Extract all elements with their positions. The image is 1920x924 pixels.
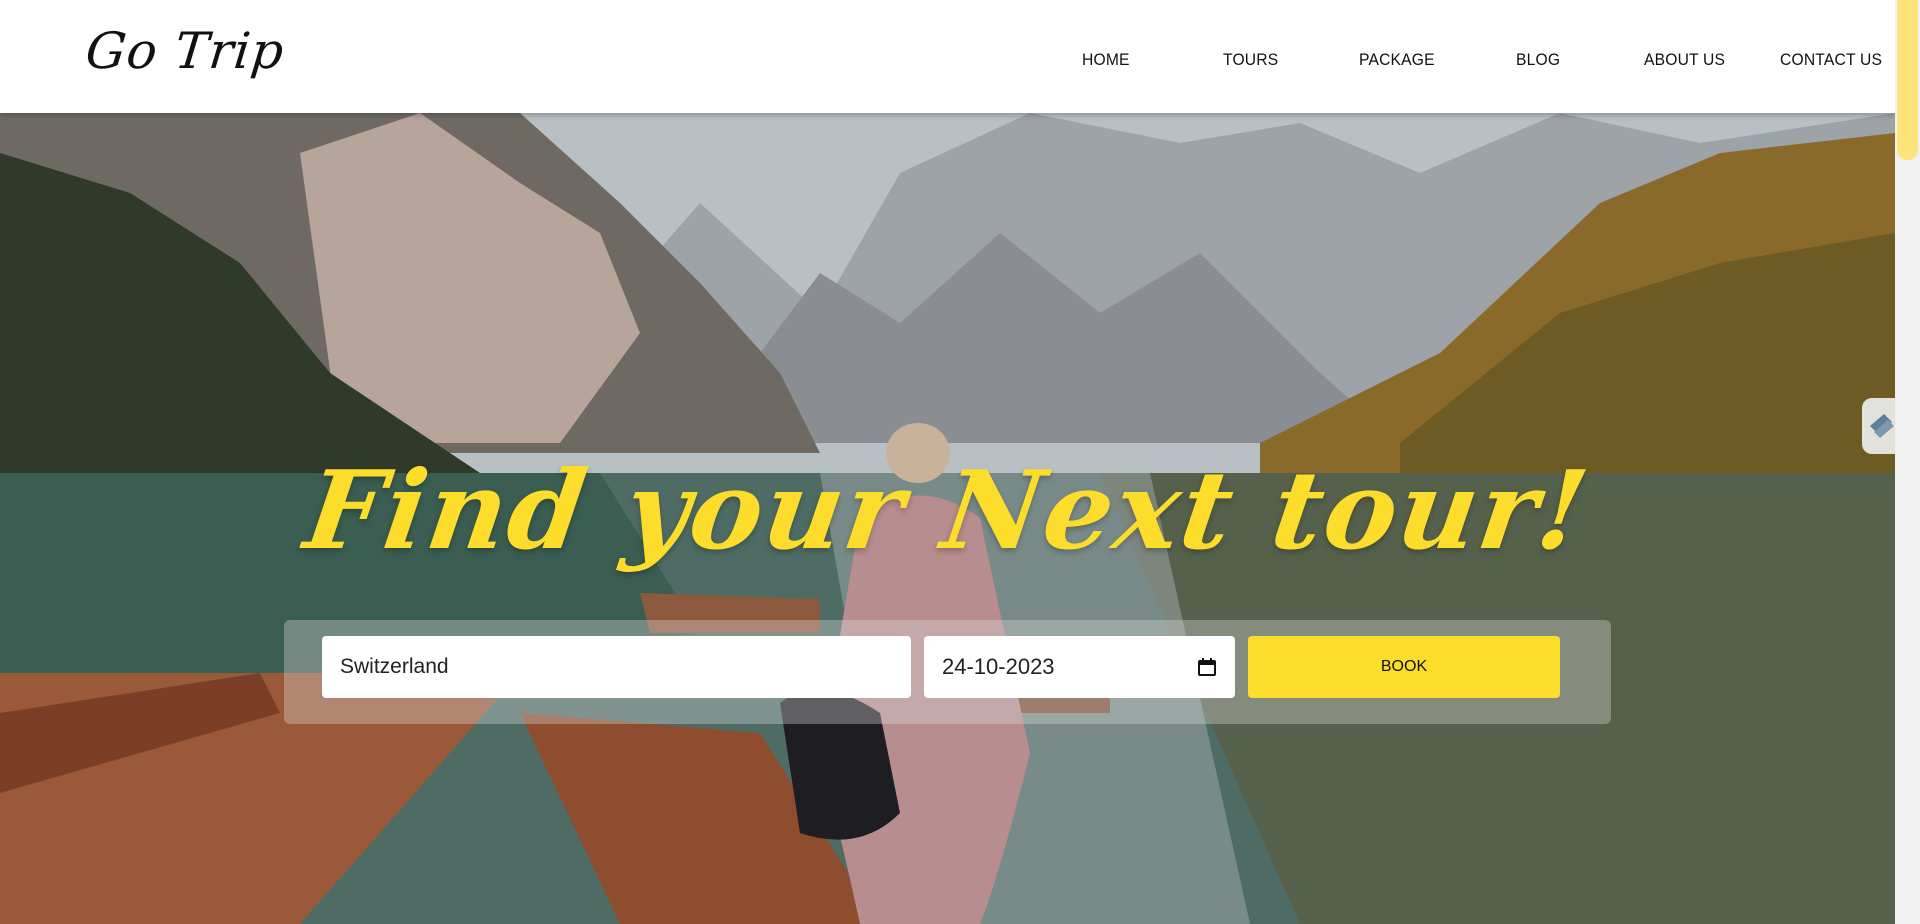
nav-contact-us[interactable]: CONTACT US	[1780, 50, 1882, 70]
main-nav: HOME TOURS PACKAGE BLOG ABOUT US CONTACT…	[0, 0, 1895, 113]
book-button[interactable]: BOOK	[1248, 636, 1560, 698]
floating-widget-icon	[1870, 414, 1894, 438]
destination-input[interactable]	[322, 636, 911, 698]
nav-package[interactable]: PACKAGE	[1359, 50, 1435, 70]
hero-headline: Find your Next tour!	[298, 448, 1597, 574]
scrollbar-thumb[interactable]	[1897, 0, 1918, 160]
nav-about-us[interactable]: ABOUT US	[1644, 50, 1725, 70]
nav-tours[interactable]: TOURS	[1223, 50, 1278, 70]
hero-section: Find your Next tour! 24-10-2023 BOOK	[0, 113, 1895, 924]
site-header: Go Trip HOME TOURS PACKAGE BLOG ABOUT US…	[0, 0, 1895, 113]
page: Go Trip HOME TOURS PACKAGE BLOG ABOUT US…	[0, 0, 1895, 924]
page-scrollbar[interactable]	[1895, 0, 1920, 924]
date-value: 24-10-2023	[942, 654, 1055, 679]
nav-blog[interactable]: BLOG	[1516, 50, 1560, 70]
nav-home[interactable]: HOME	[1082, 50, 1130, 70]
date-input[interactable]: 24-10-2023	[924, 636, 1235, 698]
calendar-icon[interactable]	[1197, 657, 1217, 677]
floating-widget[interactable]	[1862, 398, 1895, 454]
booking-form: 24-10-2023 BOOK	[284, 620, 1611, 724]
